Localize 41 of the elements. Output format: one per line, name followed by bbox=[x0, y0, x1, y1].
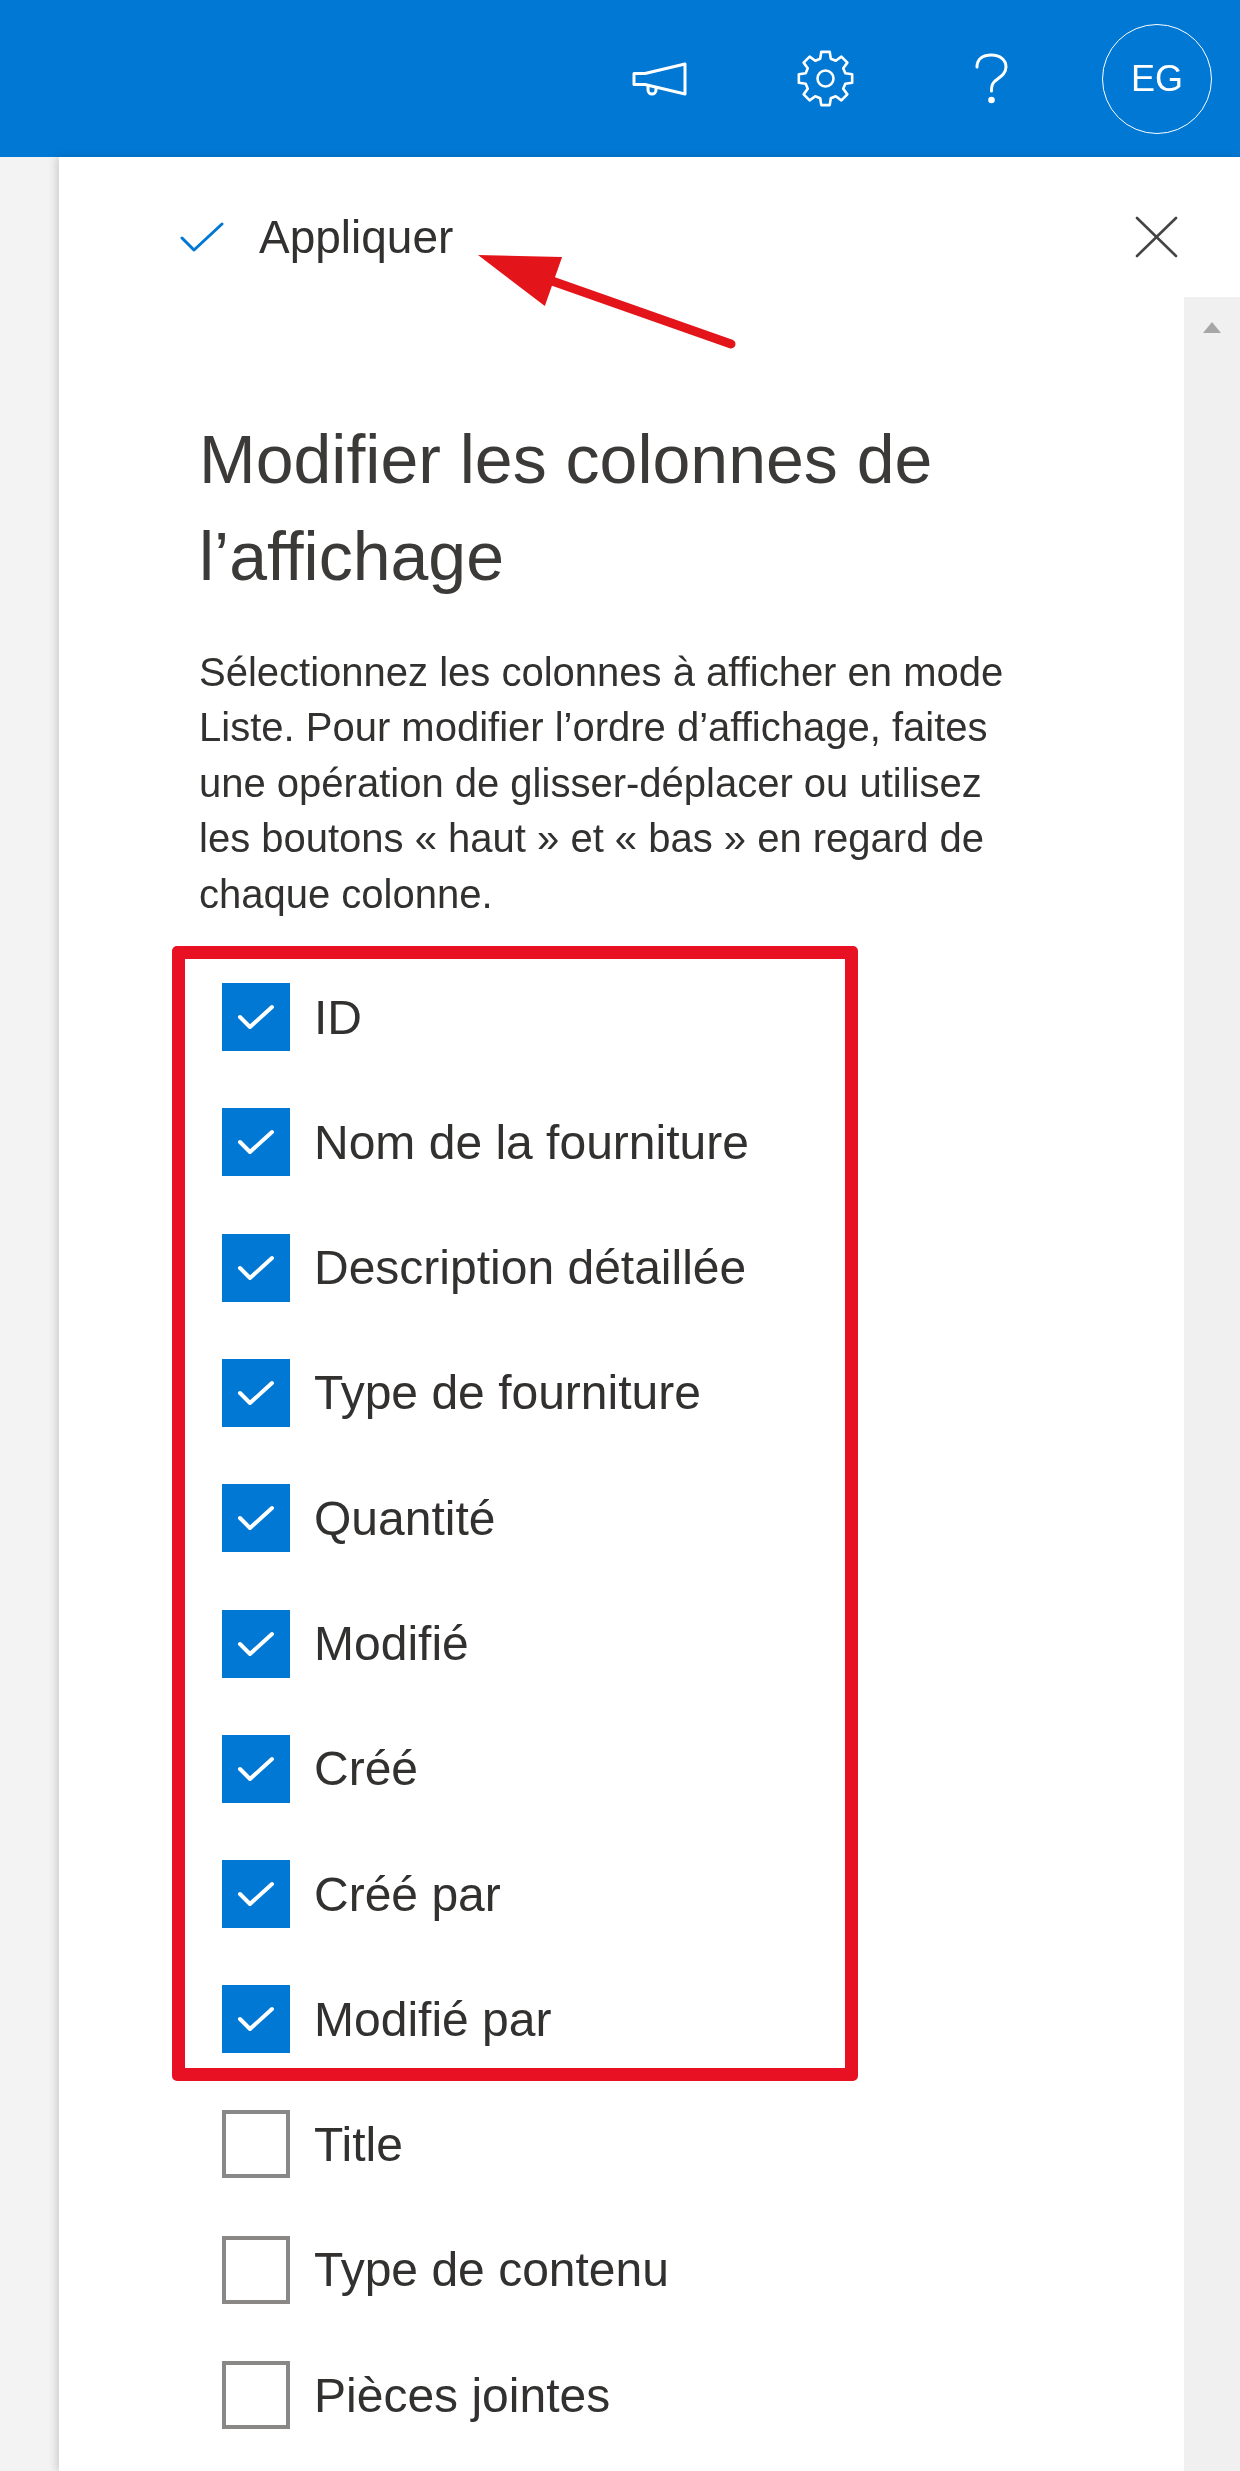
check-icon bbox=[237, 1504, 275, 1533]
checkbox[interactable] bbox=[222, 2110, 290, 2179]
check-icon bbox=[237, 1003, 275, 1032]
column-label: Créé par bbox=[314, 1866, 501, 1922]
checkbox[interactable] bbox=[222, 1484, 290, 1553]
column-label: Nom de la fourniture bbox=[314, 1114, 749, 1170]
settings-icon[interactable] bbox=[796, 50, 854, 107]
column-label: Type de contenu bbox=[314, 2242, 669, 2298]
column-label: Modifié bbox=[314, 1616, 469, 1671]
megaphone-icon[interactable] bbox=[630, 61, 688, 96]
panel-description: Sélectionnez les colonnes à afficher en mode Liste. Pour modifier l’ordre d’affichage, faites une opération de glisser-déplacer ou utilisez les boutons « haut » et « bas » en regard de chaque colonne. bbox=[199, 649, 1005, 918]
checkbox[interactable] bbox=[222, 1860, 290, 1929]
column-label: Pièces jointes bbox=[314, 2367, 611, 2423]
column-label: Modifié par bbox=[314, 1991, 552, 2047]
column-label: Description détaillée bbox=[314, 1240, 747, 1296]
checkbox[interactable] bbox=[222, 983, 290, 1052]
check-icon bbox=[237, 2005, 275, 2034]
check-icon bbox=[237, 1253, 275, 1282]
checkbox[interactable] bbox=[222, 2361, 290, 2429]
column-label: Quantité bbox=[314, 1490, 496, 1546]
check-icon bbox=[237, 1754, 275, 1783]
column-label: Créé bbox=[314, 1741, 419, 1797]
checkbox[interactable] bbox=[222, 1734, 290, 1803]
check-icon bbox=[237, 1629, 275, 1658]
column-label: Title bbox=[314, 2116, 403, 2172]
checkbox[interactable] bbox=[222, 1233, 290, 1302]
checkbox[interactable] bbox=[222, 2235, 290, 2304]
check-icon bbox=[237, 1378, 275, 1407]
checkbox[interactable] bbox=[222, 1108, 290, 1177]
apply-button[interactable]: Appliquer bbox=[180, 210, 454, 264]
check-icon bbox=[237, 1880, 275, 1909]
scrollbar-track[interactable] bbox=[1184, 297, 1240, 2471]
column-label: ID bbox=[314, 989, 362, 1045]
close-icon[interactable] bbox=[1135, 216, 1178, 258]
check-icon bbox=[237, 1128, 275, 1157]
check-icon bbox=[180, 221, 224, 253]
column-label: Type de fourniture bbox=[314, 1365, 701, 1421]
checkbox[interactable] bbox=[222, 1985, 290, 2054]
checkbox[interactable] bbox=[222, 1609, 290, 1678]
checkbox[interactable] bbox=[222, 1358, 290, 1427]
panel-title: Modifier les colonnes de l’affichage bbox=[199, 420, 934, 596]
